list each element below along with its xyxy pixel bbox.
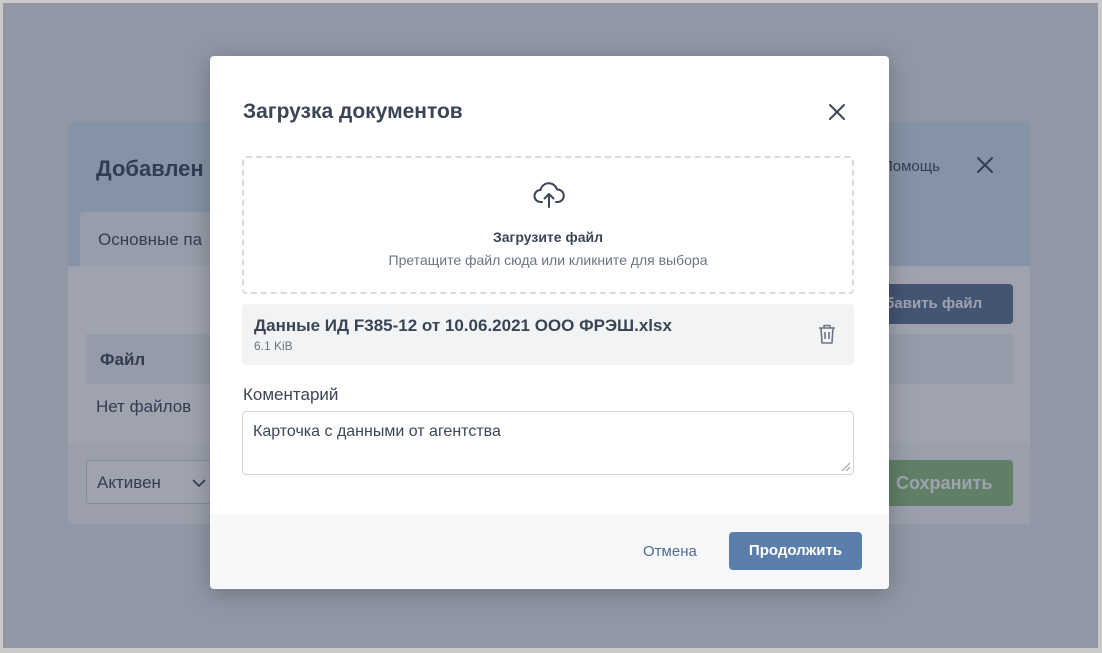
file-name: Данные ИД F385-12 от 10.06.2021 ООО ФРЭШ… xyxy=(254,316,672,335)
cancel-button[interactable]: Отмена xyxy=(643,543,697,560)
screen: Добавлен Помощь Основные па обавить файл… xyxy=(3,3,1098,648)
dropzone-hint: Претащите файл сюда или кликните для выб… xyxy=(388,252,708,268)
file-dropzone[interactable]: Загрузите файл Претащите файл сюда или к… xyxy=(242,156,854,294)
uploaded-file-item: Данные ИД F385-12 от 10.06.2021 ООО ФРЭШ… xyxy=(242,304,854,365)
file-size: 6.1 KiB xyxy=(254,339,293,353)
cloud-upload-icon xyxy=(533,182,565,208)
comment-textarea[interactable]: Карточка с данными от агентства xyxy=(242,411,854,475)
trash-icon[interactable] xyxy=(816,322,838,346)
resize-grip-icon[interactable] xyxy=(841,462,851,472)
modal-title: Загрузка документов xyxy=(243,100,463,123)
comment-text: Карточка с данными от агентства xyxy=(253,423,501,440)
close-icon[interactable] xyxy=(826,101,848,123)
upload-documents-modal: Загрузка документов Загрузите файл Прета… xyxy=(210,56,889,589)
modal-footer: Отмена Продолжить xyxy=(210,514,889,589)
continue-button[interactable]: Продолжить xyxy=(729,532,862,570)
comment-label: Коментарий xyxy=(243,385,339,404)
dropzone-title: Загрузите файл xyxy=(493,229,603,245)
